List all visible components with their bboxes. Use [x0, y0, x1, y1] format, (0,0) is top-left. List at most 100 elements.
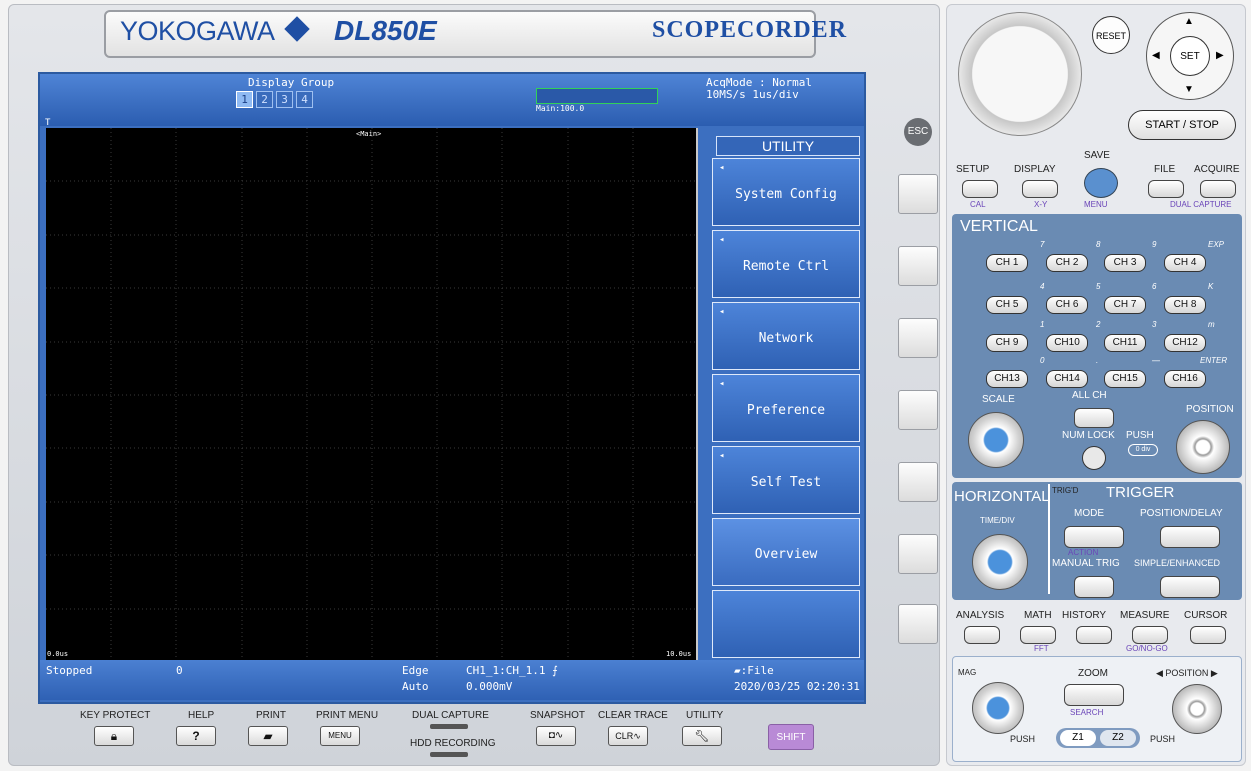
all-ch-button[interactable] — [1074, 408, 1114, 428]
softkey-system-config[interactable]: ◂ System Config — [712, 158, 860, 226]
utility-button[interactable]: 🔧︎ — [682, 726, 722, 746]
help-label: HELP — [188, 710, 215, 721]
num-hint-minus: — — [1152, 356, 1160, 365]
key-protect-button[interactable]: 🔒︎ — [94, 726, 134, 746]
lock-icon: 🔒︎ — [110, 729, 118, 743]
z1-button[interactable]: Z1 — [1060, 730, 1096, 746]
print-menu-button[interactable]: MENU — [320, 726, 360, 746]
snapshot-button[interactable]: ◘∿ — [536, 726, 576, 746]
setup-button[interactable] — [962, 180, 998, 198]
display-group-2[interactable]: 2 — [256, 91, 273, 108]
ch7-button[interactable]: CH 7 — [1104, 296, 1146, 314]
trigd-label: TRIG'D — [1052, 486, 1079, 495]
ch12-button[interactable]: CH12 — [1164, 334, 1206, 352]
push-mag-label: PUSH — [1010, 734, 1036, 744]
position-delay-button[interactable] — [1160, 526, 1220, 548]
submenu-arrow-icon: ◂ — [719, 235, 725, 245]
ch13-button[interactable]: CH13 — [986, 370, 1028, 388]
main-zoom-indicator — [536, 88, 658, 104]
zoom-button[interactable] — [1064, 684, 1124, 706]
arrow-up-icon[interactable]: ▲ — [1184, 16, 1194, 27]
display-group-1[interactable]: 1 — [236, 91, 253, 108]
softkey-self-test[interactable]: ◂ Self Test — [712, 446, 860, 514]
ch8-button[interactable]: CH 8 — [1164, 296, 1206, 314]
acquire-label: ACQUIRE — [1194, 164, 1240, 175]
ch5-button[interactable]: CH 5 — [986, 296, 1028, 314]
zoom-position-knob[interactable] — [1172, 684, 1222, 734]
ch10-button[interactable]: CH10 — [1046, 334, 1088, 352]
submenu-arrow-icon: ◂ — [719, 307, 725, 317]
trigger-type: Edge — [402, 664, 429, 677]
x-start-label: 0.0us — [47, 650, 69, 658]
acquire-button[interactable] — [1200, 180, 1236, 198]
softkey-preference[interactable]: ◂ Preference — [712, 374, 860, 442]
trigger-mode: Auto — [402, 680, 429, 693]
manual-trig-button[interactable] — [1074, 576, 1114, 598]
xy-label: X-Y — [1034, 200, 1048, 209]
arrow-down-icon[interactable]: ▼ — [1184, 84, 1194, 95]
bezel-key-2[interactable] — [898, 246, 938, 286]
display-group-4[interactable]: 4 — [296, 91, 313, 108]
scale-knob[interactable] — [968, 412, 1024, 468]
bezel-key-4[interactable] — [898, 390, 938, 430]
softkey-blank[interactable] — [712, 590, 860, 658]
save-button[interactable] — [1084, 168, 1118, 198]
softkey-overview[interactable]: Overview — [712, 518, 860, 586]
num-hint-dot: . — [1096, 356, 1099, 365]
bezel-key-3[interactable] — [898, 318, 938, 358]
shift-button[interactable]: SHIFT — [768, 724, 814, 750]
ch3-button[interactable]: CH 3 — [1104, 254, 1146, 272]
trigger-mode-button[interactable] — [1064, 526, 1124, 548]
display-group-3[interactable]: 3 — [276, 91, 293, 108]
start-stop-button[interactable]: START / STOP — [1128, 110, 1236, 140]
arrow-right-icon[interactable]: ▶ — [1216, 50, 1224, 61]
arrow-left-icon[interactable]: ◀ — [1152, 50, 1160, 61]
history-button[interactable] — [1076, 626, 1112, 644]
cursor-button[interactable] — [1190, 626, 1226, 644]
hdd-recording-led — [430, 752, 468, 757]
bezel-key-1[interactable] — [898, 174, 938, 214]
set-button[interactable]: SET — [1170, 36, 1210, 76]
display-button[interactable] — [1022, 180, 1058, 198]
grid — [46, 128, 698, 662]
softkey-label: Remote Ctrl — [742, 259, 830, 274]
ch2-button[interactable]: CH 2 — [1046, 254, 1088, 272]
math-button[interactable] — [1020, 626, 1056, 644]
bezel-key-5[interactable] — [898, 462, 938, 502]
time-div-knob[interactable] — [972, 534, 1028, 590]
simple-enhanced-button[interactable] — [1160, 576, 1220, 598]
ch14-button[interactable]: CH14 — [1046, 370, 1088, 388]
bezel-key-6[interactable] — [898, 534, 938, 574]
simple-enhanced-label: SIMPLE/ENHANCED — [1134, 558, 1221, 568]
ch9-button[interactable]: CH 9 — [986, 334, 1028, 352]
help-button[interactable]: ? — [176, 726, 216, 746]
display-group-label: Display Group — [248, 76, 335, 89]
ch16-button[interactable]: CH16 — [1164, 370, 1206, 388]
ch1-button[interactable]: CH 1 — [986, 254, 1028, 272]
print-button[interactable]: ▰ — [248, 726, 288, 746]
ch15-button[interactable]: CH15 — [1104, 370, 1146, 388]
file-label: FILE — [1154, 164, 1176, 175]
num-lock-label: NUM LOCK — [1062, 430, 1115, 441]
jog-shuttle[interactable] — [958, 12, 1082, 136]
measure-button[interactable] — [1132, 626, 1168, 644]
file-button[interactable] — [1148, 180, 1184, 198]
analysis-button[interactable] — [964, 626, 1000, 644]
clear-trace-button[interactable]: CLR∿ — [608, 726, 648, 746]
position-knob[interactable] — [1176, 420, 1230, 474]
x-end-label: 10.0us — [666, 650, 692, 658]
ch4-button[interactable]: CH 4 — [1164, 254, 1206, 272]
num-hint-7: 7 — [1040, 240, 1045, 249]
reset-button[interactable]: RESET — [1092, 16, 1130, 54]
mag-knob[interactable] — [972, 682, 1024, 734]
ch6-button[interactable]: CH 6 — [1046, 296, 1088, 314]
softkey-network[interactable]: ◂ Network — [712, 302, 860, 370]
ch11-button[interactable]: CH11 — [1104, 334, 1146, 352]
esc-button[interactable]: ESC — [904, 118, 932, 146]
z2-button[interactable]: Z2 — [1100, 730, 1136, 746]
datetime: 2020/03/25 02:20:31 — [734, 680, 860, 693]
num-lock-led[interactable] — [1082, 446, 1106, 470]
bezel-key-7[interactable] — [898, 604, 938, 644]
trigger-marker: T — [45, 118, 51, 128]
softkey-remote-ctrl[interactable]: ◂ Remote Ctrl — [712, 230, 860, 298]
